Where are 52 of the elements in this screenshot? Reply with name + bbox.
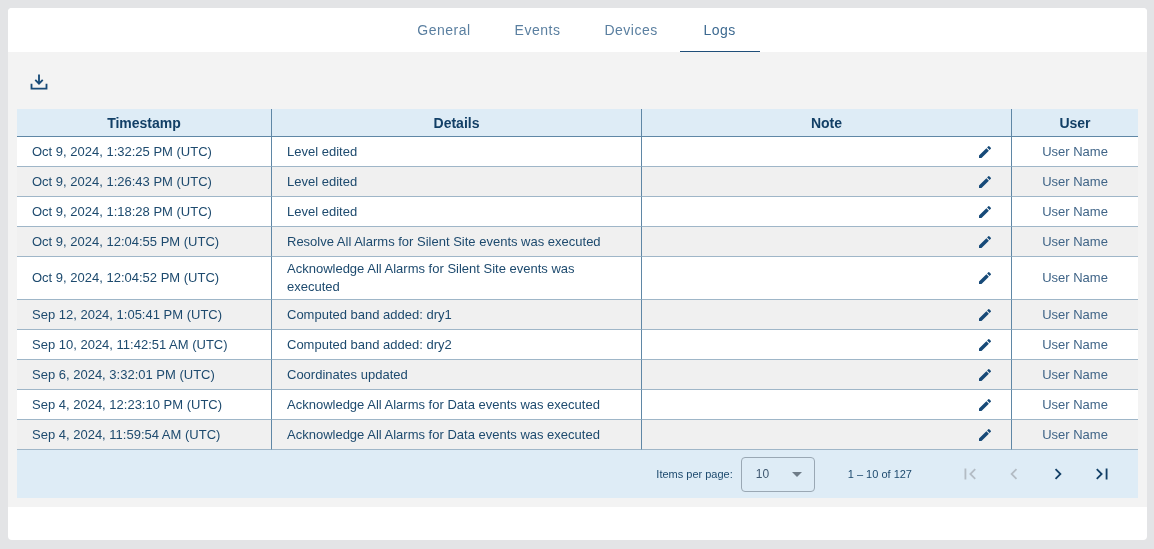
table-cell: User Name	[1042, 269, 1108, 287]
table-cell: Oct 9, 2024, 12:04:55 PM (UTC)	[32, 232, 220, 251]
table-cell: Computed band added: dry2	[287, 335, 452, 354]
table-cell: User Name	[1042, 305, 1108, 324]
page-range: 1 – 10 of 127	[847, 468, 912, 480]
edit-icon[interactable]	[977, 336, 993, 353]
download-icon[interactable]	[29, 72, 49, 92]
tab[interactable]: Devices	[582, 8, 680, 52]
table-cell-text: Acknowledge All Alarms for Silent Site events was executed	[287, 260, 576, 296]
column-header: Details	[271, 109, 641, 137]
table-cell: Sep 4, 2024, 12:23:10 PM (UTC)	[32, 395, 223, 414]
column-header: User	[1011, 109, 1138, 137]
table-cell: Acknowledge All Alarms for Data events was executed	[287, 395, 600, 414]
edit-icon[interactable]	[977, 173, 993, 190]
edit-icon[interactable]	[977, 143, 993, 160]
table-cell: Sep 12, 2024, 1:05:41 PM (UTC)	[32, 305, 223, 324]
table-cell: Level edited	[287, 202, 358, 221]
edit-icon[interactable]	[977, 233, 993, 250]
table-cell: Level edited	[287, 172, 358, 191]
edit-icon[interactable]	[977, 306, 993, 323]
table-cell: User Name	[1042, 202, 1108, 221]
edit-icon[interactable]	[977, 203, 993, 220]
table-cell: User Name	[1042, 232, 1108, 251]
page-size-select[interactable]: 10	[740, 456, 815, 492]
edit-icon[interactable]	[977, 366, 993, 383]
table-cell: Acknowledge All Alarms for Data events was executed	[287, 425, 600, 444]
table-cell: User Name	[1042, 335, 1108, 354]
table-cell: Level edited	[287, 142, 358, 161]
table-cell: Oct 9, 2024, 12:04:52 PM (UTC)	[32, 269, 220, 287]
table-cell: Coordinates updated	[287, 365, 408, 384]
table-cell: Oct 9, 2024, 1:26:43 PM (UTC)	[32, 172, 212, 191]
edit-icon[interactable]	[977, 426, 993, 443]
table-cell: User Name	[1042, 172, 1108, 191]
tab[interactable]: General	[395, 8, 493, 52]
table-cell: Computed band added: dry1	[287, 305, 452, 324]
items-per-page-label: Items per page:	[656, 468, 733, 480]
table-cell: User Name	[1042, 425, 1108, 444]
dropdown-caret-icon	[791, 471, 802, 477]
tab[interactable]: Events	[492, 8, 583, 52]
table-cell: User Name	[1042, 365, 1108, 384]
table-cell: Sep 10, 2024, 11:42:51 AM (UTC)	[32, 335, 228, 354]
table-cell: Oct 9, 2024, 1:32:25 PM (UTC)	[32, 142, 212, 161]
column-header: Note	[641, 109, 1011, 137]
table-cell: User Name	[1042, 142, 1108, 161]
table-cell: Oct 9, 2024, 1:18:28 PM (UTC)	[32, 202, 212, 221]
table-cell: Sep 6, 2024, 3:32:01 PM (UTC)	[32, 365, 215, 384]
edit-icon[interactable]	[977, 396, 993, 413]
column-header: Timestamp	[17, 109, 271, 137]
table-cell: Resolve All Alarms for Silent Site events was executed	[287, 232, 601, 251]
table-cell: Sep 4, 2024, 11:59:54 AM (UTC)	[32, 425, 221, 444]
table-cell: User Name	[1042, 395, 1108, 414]
edit-icon[interactable]	[977, 270, 993, 286]
